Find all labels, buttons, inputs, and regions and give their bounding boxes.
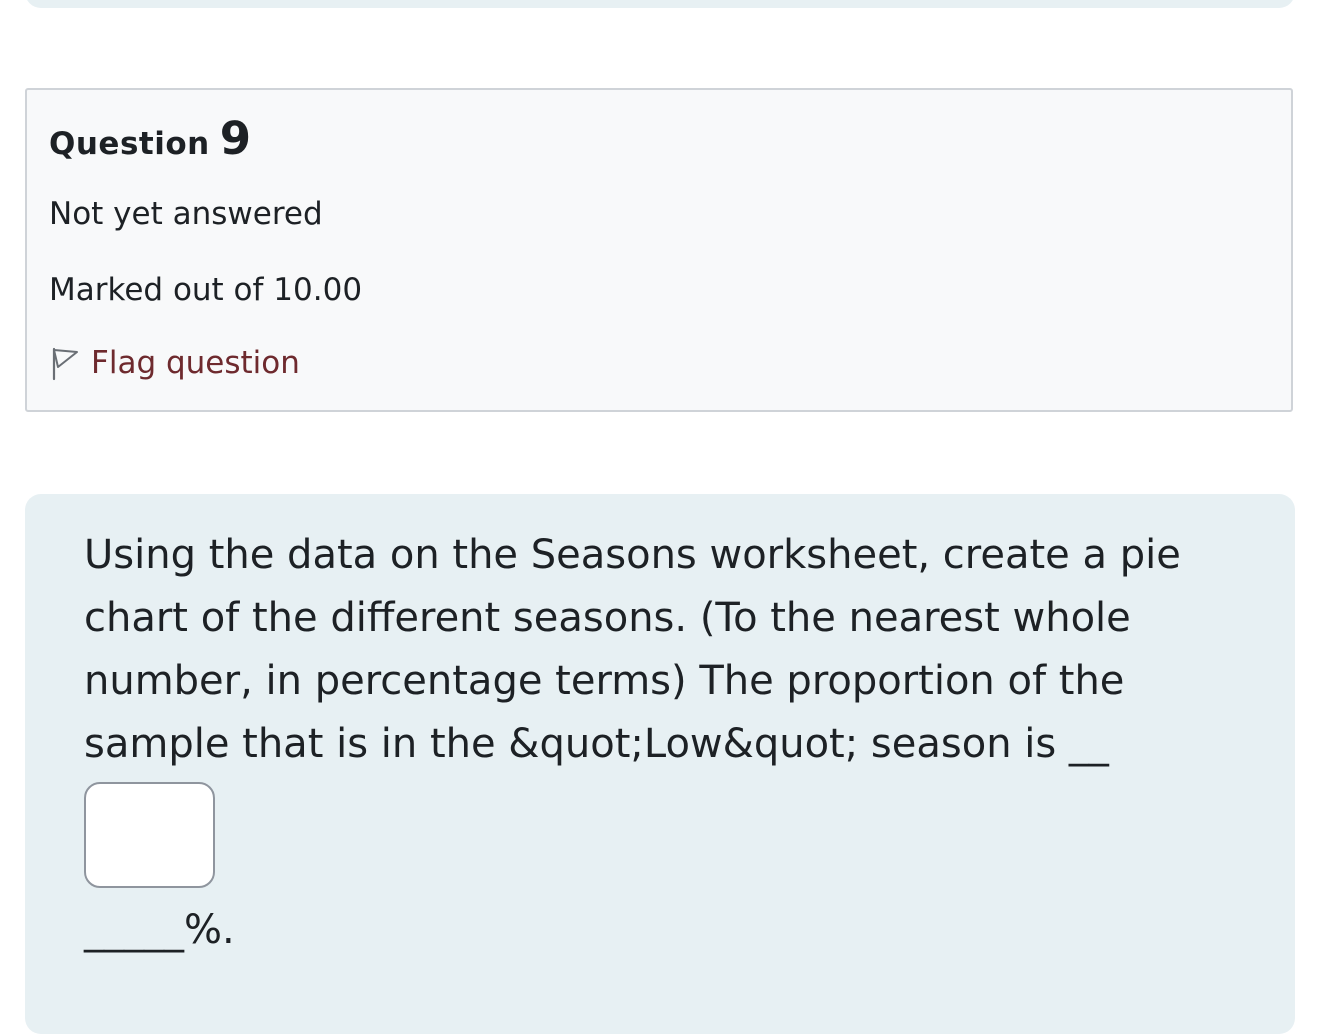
answer-suffix: _____%. [84,907,235,953]
question-heading: Question 9 [49,112,251,165]
flag-question-link[interactable]: Flag question [49,343,300,383]
previous-question-content-edge [25,0,1295,8]
question-state: Not yet answered [49,196,323,232]
answer-input[interactable] [84,782,215,888]
question-number: 9 [219,112,252,165]
question-content-panel: Using the data on the Seasons worksheet,… [25,494,1295,1034]
question-info-panel: Question 9 Not yet answered Marked out o… [25,88,1293,412]
question-text: Using the data on the Seasons worksheet,… [84,532,1181,767]
question-label: Question [49,126,210,162]
flag-question-label: Flag question [91,345,300,381]
question-grade: Marked out of 10.00 [49,272,363,308]
flag-outline-icon [49,345,81,381]
